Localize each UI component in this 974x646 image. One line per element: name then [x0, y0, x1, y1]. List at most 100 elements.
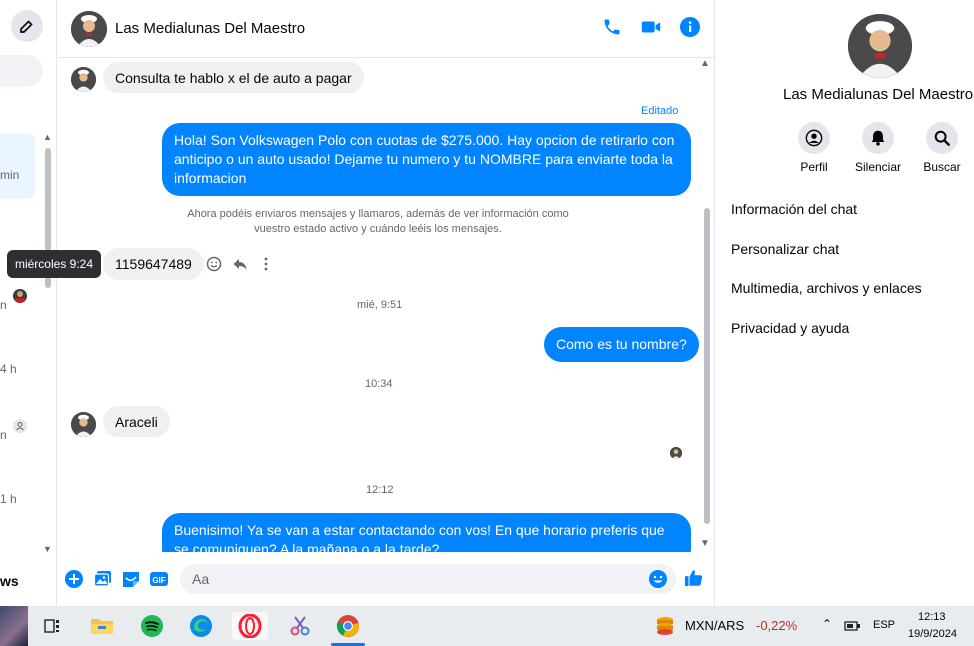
chrome-browser-button[interactable]	[334, 612, 362, 640]
stack-coins-icon	[657, 617, 673, 635]
read-receipt-avatar	[13, 289, 27, 303]
edited-label[interactable]: Editado	[641, 105, 678, 117]
timestamp-divider: 12:12	[366, 484, 394, 496]
seen-by-avatar	[670, 447, 682, 459]
message-timestamp-tooltip: miércoles 9:24	[7, 250, 101, 278]
snipping-tool-button[interactable]	[286, 612, 314, 640]
profile-button[interactable]	[798, 122, 830, 154]
currency-change[interactable]: -0,22%	[756, 618, 797, 633]
incoming-message-bubble[interactable]: Consulta te hablo x el de auto a pagar	[103, 62, 364, 93]
task-view-icon	[44, 619, 59, 633]
sticker-button[interactable]	[121, 569, 141, 589]
mute-button[interactable]	[862, 122, 894, 154]
reply-icon[interactable]	[232, 256, 248, 272]
contact-message-avatar[interactable]	[71, 412, 96, 437]
task-view-button[interactable]	[38, 612, 66, 640]
profile-label: Perfil	[800, 160, 828, 174]
opera-browser-button[interactable]	[232, 612, 268, 640]
contact-profile-avatar[interactable]	[848, 14, 912, 78]
network-icon[interactable]	[844, 618, 862, 639]
clock-date[interactable]: 19/9/2024	[908, 628, 957, 640]
send-like-button[interactable]	[684, 568, 704, 588]
message-input[interactable]	[180, 564, 676, 594]
folder-icon	[91, 619, 113, 634]
profile-icon	[805, 129, 823, 147]
menu-customize-chat[interactable]: Personalizar chat	[731, 241, 839, 257]
contact-message-avatar[interactable]	[71, 67, 96, 92]
search-in-chat-button[interactable]	[926, 122, 958, 154]
timestamp-divider: 10:34	[365, 378, 393, 390]
selected-conversation-row[interactable]	[0, 133, 35, 199]
conversation-preview-fragment: n	[0, 428, 7, 442]
scroll-up-arrow-icon[interactable]: ▲	[43, 132, 52, 142]
menu-privacy-help[interactable]: Privacidad y ayuda	[731, 320, 849, 336]
mute-action[interactable]: Silenciar	[848, 122, 908, 174]
outgoing-message-bubble[interactable]: Buenisimo! Ya se van a estar contactando…	[162, 513, 691, 552]
more-actions-button[interactable]	[64, 569, 84, 589]
more-options-icon[interactable]	[258, 256, 274, 272]
show-hidden-icons-chevron-icon[interactable]: ⌃	[822, 617, 832, 631]
scroll-down-arrow-icon[interactable]: ▼	[700, 538, 710, 549]
outgoing-message-bubble[interactable]: Como es tu nombre?	[544, 327, 699, 362]
menu-media-files-links[interactable]: Multimedia, archivos y enlaces	[731, 280, 922, 296]
outgoing-message-bubble[interactable]: Hola! Son Volkswagen Polo con cuotas de …	[162, 123, 691, 196]
search-label: Buscar	[923, 160, 961, 174]
windows-taskbar: MXN/ARS -0,22% ⌃ ESP 12:13 19/9/2024	[0, 606, 974, 646]
contact-avatar[interactable]	[71, 10, 107, 47]
message-thread[interactable]: Consulta te hablo x el de auto a pagar E…	[58, 58, 714, 552]
thread-scrollbar-thumb[interactable]	[704, 208, 710, 524]
incoming-message-bubble[interactable]: Araceli	[103, 406, 170, 437]
gif-icon: GIF	[150, 572, 168, 586]
bell-icon	[871, 130, 885, 146]
conversation-list-sidebar: min n 4 h n 1 h ▲ ▼ ws	[0, 0, 57, 606]
conversation-time: min	[0, 168, 20, 182]
chat-details-panel: Las Medialunas Del Maestro Perfil Silenc…	[714, 0, 974, 606]
search-action[interactable]: Buscar	[912, 122, 972, 174]
chef-avatar-icon	[71, 10, 107, 47]
currency-pair[interactable]: MXN/ARS	[685, 618, 744, 633]
search-conversations-input[interactable]	[0, 55, 43, 87]
emoji-picker-button[interactable]	[648, 569, 668, 589]
clock-time[interactable]: 12:13	[918, 611, 946, 623]
compose-icon	[20, 20, 33, 33]
profile-name: Las Medialunas Del Maestro	[783, 86, 974, 103]
profile-action[interactable]: Perfil	[784, 122, 844, 174]
video-call-icon[interactable]	[640, 17, 662, 37]
message-composer: GIF	[58, 552, 714, 606]
input-language[interactable]: ESP	[873, 619, 895, 631]
sidebar-bottom-label: ws	[0, 573, 19, 589]
currency-widget-icon[interactable]	[651, 612, 679, 640]
edge-icon	[190, 615, 212, 637]
scroll-up-arrow-icon[interactable]: ▲	[700, 58, 710, 69]
opera-icon	[238, 614, 262, 638]
sticker-icon	[123, 572, 139, 587]
gif-button[interactable]: GIF	[149, 569, 169, 589]
messenger-window: min n 4 h n 1 h ▲ ▼ ws miércoles 9:24 La…	[0, 0, 974, 646]
react-emoji-icon[interactable]	[206, 256, 222, 272]
conversation-preview-fragment: n	[0, 298, 7, 312]
desktop-wallpaper-thumbnail	[0, 606, 28, 646]
phone-call-icon[interactable]	[602, 17, 622, 37]
timestamp-divider: mié, 9:51	[357, 299, 403, 311]
scissors-icon	[290, 616, 310, 636]
emoji-icon	[649, 570, 667, 588]
default-avatar-icon	[13, 419, 27, 433]
spotify-button[interactable]	[138, 612, 166, 640]
menu-chat-info[interactable]: Información del chat	[731, 201, 857, 217]
image-icon	[93, 571, 111, 587]
new-message-button[interactable]	[11, 10, 43, 42]
info-icon[interactable]	[680, 17, 700, 37]
message-actions	[206, 256, 274, 272]
scroll-down-arrow-icon[interactable]: ▼	[43, 544, 52, 554]
edge-browser-button[interactable]	[187, 612, 215, 640]
svg-text:GIF: GIF	[152, 576, 165, 585]
attach-photo-button[interactable]	[93, 569, 113, 589]
chat-title[interactable]: Las Medialunas Del Maestro	[115, 20, 305, 37]
conversation-time: 1 h	[0, 492, 17, 506]
conversation-time: 4 h	[0, 362, 17, 376]
mute-label: Silenciar	[854, 160, 902, 174]
thumbs-up-icon	[684, 570, 703, 587]
chef-avatar-icon	[848, 14, 912, 78]
incoming-message-bubble[interactable]: 1159647489	[103, 248, 204, 280]
file-explorer-button[interactable]	[88, 612, 116, 640]
